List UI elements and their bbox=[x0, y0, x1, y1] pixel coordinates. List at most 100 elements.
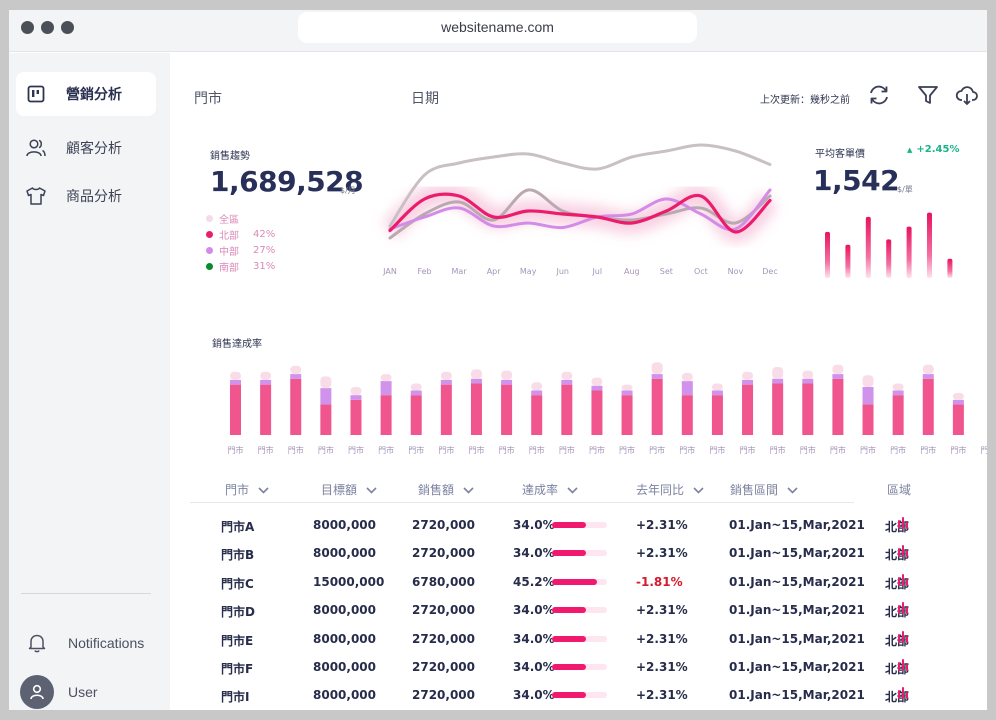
stack-segment bbox=[621, 395, 633, 435]
table-row[interactable]: 門市A 8000,000 2720,000 34.0% +2.31% 01.Jan~15,… bbox=[170, 515, 987, 546]
stack-segment bbox=[350, 399, 362, 435]
x-tick-label: 門市 bbox=[317, 446, 334, 455]
bar-chart-icon[interactable] bbox=[897, 629, 911, 648]
col-header-yoy[interactable]: 去年同比 bbox=[636, 481, 704, 498]
avg-price-change-text: +2.45% bbox=[916, 144, 960, 155]
bar-chart-icon[interactable] bbox=[897, 572, 911, 591]
sidebar-item-customers[interactable]: 顧客分析 bbox=[16, 126, 156, 170]
cell-yoy: +2.31% bbox=[636, 603, 688, 618]
cell-store: 門市E bbox=[221, 633, 254, 648]
rate-progress-bar bbox=[552, 692, 607, 699]
cell-sales: 2720,000 bbox=[412, 546, 476, 561]
cell-rate: 34.0% bbox=[513, 603, 555, 618]
table-header-divider bbox=[190, 502, 854, 503]
main-content: 門市 日期 上次更新：幾秒之前 銷售趨勢 1,689,528 $/月 全區 北部… bbox=[170, 53, 987, 710]
legend-swatch bbox=[206, 215, 213, 222]
x-tick-label: 門市 bbox=[227, 446, 244, 455]
bar-chart-icon[interactable] bbox=[897, 685, 911, 704]
stack-segment bbox=[561, 384, 573, 435]
col-header-target[interactable]: 目標額 bbox=[321, 481, 377, 498]
stack-segment bbox=[230, 384, 241, 435]
cell-yoy: +2.31% bbox=[636, 660, 688, 674]
user-menu[interactable]: User bbox=[20, 675, 98, 709]
table-row[interactable]: 門市I 8000,000 2720,000 34.0% +2.31% 01.Jan~15,… bbox=[170, 685, 987, 710]
stack-segment bbox=[591, 385, 603, 391]
stack-segment bbox=[501, 370, 513, 380]
bar-chart-icon[interactable] bbox=[897, 657, 911, 676]
filter-icon[interactable] bbox=[916, 83, 940, 107]
cell-sales: 2720,000 bbox=[412, 660, 476, 674]
table-row[interactable]: 門市F 8000,000 2720,000 34.0% +2.31% 01.Jan~15,… bbox=[170, 657, 987, 688]
dashboard-icon bbox=[25, 83, 47, 105]
refresh-icon[interactable] bbox=[867, 83, 891, 107]
mini-bar bbox=[825, 231, 830, 278]
stack-segment bbox=[832, 374, 844, 379]
table-row[interactable]: 門市E 8000,000 2720,000 34.0% +2.31% 01.Jan~15,… bbox=[170, 629, 987, 660]
window-maximize-dot[interactable] bbox=[61, 21, 74, 34]
stack-segment bbox=[561, 379, 573, 385]
x-tick-label: 門市 bbox=[769, 446, 786, 455]
cell-yoy: +2.31% bbox=[636, 546, 688, 561]
date-filter[interactable]: 日期 bbox=[411, 88, 439, 108]
x-tick-label: Apr bbox=[486, 267, 501, 276]
stack-segment bbox=[290, 378, 302, 435]
avg-price-unit: $/單 bbox=[897, 185, 913, 194]
rate-progress-bar bbox=[552, 578, 607, 585]
bar-chart-icon[interactable] bbox=[897, 543, 911, 562]
sidebar-item-products[interactable]: 商品分析 bbox=[16, 174, 156, 218]
col-header-rate[interactable]: 達成率 bbox=[522, 481, 578, 498]
x-tick-label: May bbox=[519, 267, 537, 276]
stack-segment bbox=[681, 395, 693, 435]
col-header-label: 門市 bbox=[225, 483, 250, 497]
url-bar[interactable]: websitename.com bbox=[298, 12, 697, 43]
stack-segment bbox=[742, 371, 754, 380]
stack-segment bbox=[952, 399, 964, 405]
stack-segment bbox=[410, 390, 422, 396]
table-row[interactable]: 門市C 15000,000 6780,000 45.2% -1.81% 01.Jan~15… bbox=[170, 572, 987, 603]
chevron-down-icon bbox=[366, 483, 377, 497]
cell-period: 01.Jan~15,Mar,2021 bbox=[729, 631, 865, 646]
stack-segment bbox=[952, 392, 964, 400]
stack-segment bbox=[230, 379, 241, 385]
legend-swatch bbox=[206, 263, 213, 270]
cell-yoy: -1.81% bbox=[636, 574, 683, 589]
stack-segment bbox=[260, 384, 272, 435]
cell-yoy: +2.31% bbox=[636, 631, 688, 646]
table-row[interactable]: 門市D 8000,000 2720,000 34.0% +2.31% 01.Jan~15,… bbox=[170, 600, 987, 631]
cell-target: 8000,000 bbox=[313, 546, 377, 561]
stack-segment bbox=[350, 395, 362, 400]
store-filter[interactable]: 門市 bbox=[194, 88, 222, 108]
cell-sales: 2720,000 bbox=[412, 631, 476, 646]
user-label: User bbox=[68, 684, 98, 700]
col-header-region[interactable]: 區域 bbox=[887, 481, 911, 498]
col-header-label: 去年同比 bbox=[636, 483, 685, 497]
window-close-dot[interactable] bbox=[21, 21, 34, 34]
sidebar-item-label: 營銷分析 bbox=[66, 87, 122, 103]
avg-price-change: ▲ +2.45% bbox=[907, 144, 959, 155]
cell-yoy: +2.31% bbox=[636, 688, 688, 703]
stack-segment bbox=[410, 395, 422, 435]
x-tick-label: 門市 bbox=[829, 446, 846, 455]
bar-chart-icon[interactable] bbox=[897, 600, 911, 619]
x-tick-label: Jul bbox=[592, 267, 603, 276]
sidebar-item-marketing[interactable]: 營銷分析 bbox=[16, 72, 156, 116]
cell-period: 01.Jan~15,Mar,2021 bbox=[729, 574, 865, 589]
stack-segment bbox=[681, 372, 693, 382]
cell-store: 門市D bbox=[221, 605, 255, 620]
notifications-link[interactable]: Notifications bbox=[20, 633, 144, 653]
chevron-down-icon bbox=[567, 483, 578, 497]
col-header-label: 達成率 bbox=[522, 483, 559, 497]
stack-segment bbox=[230, 371, 241, 380]
x-tick-label: 門市 bbox=[679, 446, 696, 455]
col-header-sales[interactable]: 銷售額 bbox=[418, 481, 474, 498]
download-icon[interactable] bbox=[955, 83, 979, 107]
col-header-period[interactable]: 銷售區間 bbox=[730, 481, 798, 498]
x-tick-label: 門市 bbox=[860, 446, 877, 455]
table-row[interactable]: 門市B 8000,000 2720,000 34.0% +2.31% 01.Jan~15,… bbox=[170, 543, 987, 574]
window-minimize-dot[interactable] bbox=[41, 21, 54, 34]
x-tick-label: 門市 bbox=[980, 446, 988, 455]
stack-segment bbox=[651, 362, 663, 375]
col-header-store[interactable]: 門市 bbox=[225, 481, 269, 498]
stack-segment bbox=[440, 384, 452, 435]
bar-chart-icon[interactable] bbox=[897, 515, 911, 534]
